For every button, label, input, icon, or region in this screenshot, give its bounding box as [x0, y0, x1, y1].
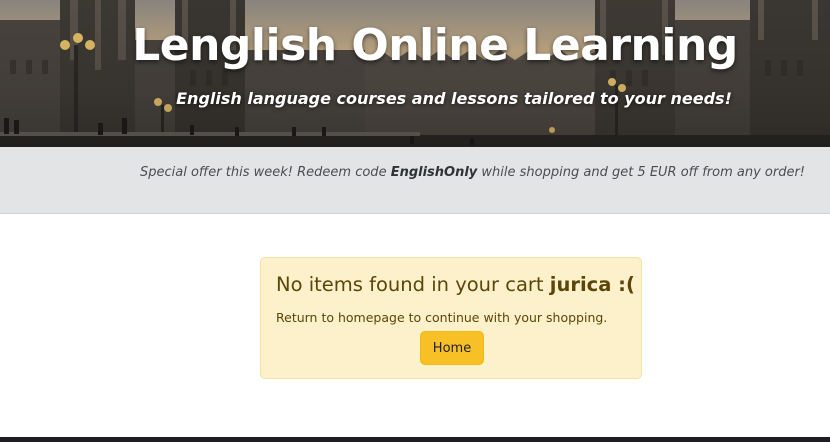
hero-banner: Lenglish Online Learning English languag… [0, 0, 830, 147]
empty-cart-heading-text: No items found in your cart [276, 273, 550, 296]
offer-text-before: Special offer this week! Redeem code [140, 165, 391, 180]
promo-code: EnglishOnly [390, 165, 478, 180]
special-offer-banner: Special offer this week! Redeem code Eng… [0, 147, 830, 214]
site-subtitle: English language courses and lessons tai… [176, 89, 732, 108]
offer-text-after: while shopping and get 5 EUR off from an… [477, 165, 806, 180]
home-button[interactable]: Home [420, 331, 484, 365]
cart-username: jurica :( [549, 273, 635, 296]
footer-bar [0, 437, 830, 442]
site-title: Lenglish Online Learning [132, 20, 738, 71]
special-offer-text: Special offer this week! Redeem code Eng… [140, 165, 805, 180]
empty-cart-heading: No items found in your cart jurica :( [276, 273, 635, 296]
empty-cart-alert: No items found in your cart jurica :( Re… [260, 257, 642, 379]
return-home-message: Return to homepage to continue with your… [276, 310, 608, 325]
